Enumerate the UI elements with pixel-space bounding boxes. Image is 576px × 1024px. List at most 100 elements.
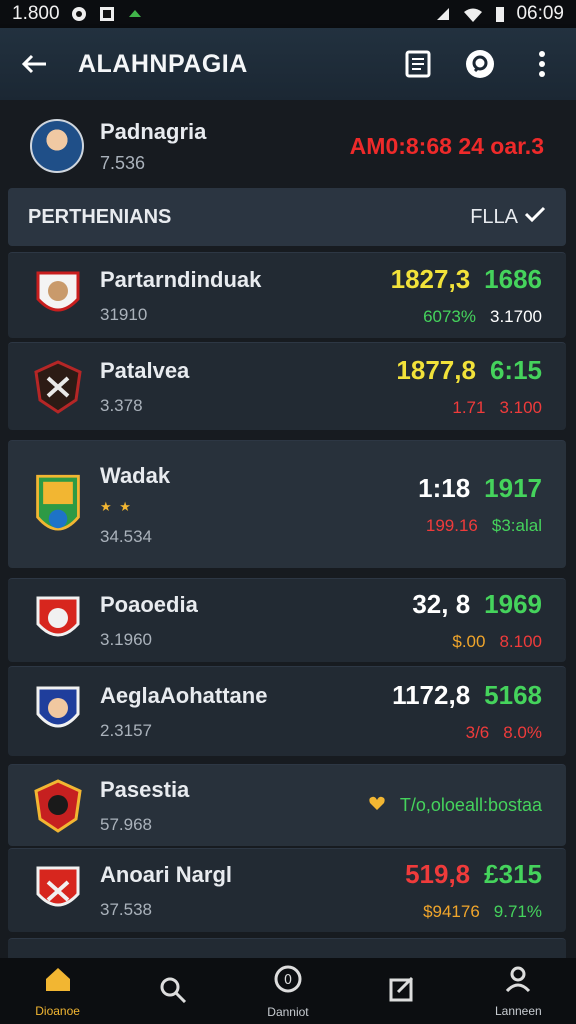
shield-icon bbox=[32, 863, 84, 919]
team-main-right: 1917 bbox=[484, 473, 542, 503]
team-note: T/o,oloeall:bostaa bbox=[368, 795, 542, 816]
team-meta: 3.378 bbox=[100, 395, 143, 415]
team-main-left: 32, 8 bbox=[412, 589, 471, 619]
team-sub-left: $.00 bbox=[452, 632, 486, 651]
team-info: Pasestia 57.968 bbox=[100, 777, 368, 835]
team-card[interactable]: Poaoedia 3.1960 32, 8 1969 $.00 8.100 bbox=[8, 578, 566, 662]
rating-stars: ★ ★ bbox=[100, 498, 133, 514]
team-sub-left: 3/6 bbox=[465, 723, 490, 742]
team-main-right: 6:15 bbox=[489, 355, 542, 385]
svg-text:0: 0 bbox=[284, 973, 292, 988]
home-icon bbox=[43, 965, 73, 998]
nav-search[interactable] bbox=[118, 975, 228, 1008]
team-sub-left: $94176 bbox=[423, 902, 480, 921]
team-card-partial bbox=[8, 938, 566, 958]
team-sub-left: 6073% bbox=[423, 307, 476, 326]
team-card[interactable]: Patalvea 3.378 1877,8 6:15 1.71 3.100 bbox=[8, 342, 566, 430]
profile-alert: AM0:8:68 24 oar.3 bbox=[349, 132, 544, 159]
team-sub-left: 1.71 bbox=[452, 398, 486, 417]
crest-icon bbox=[32, 359, 84, 415]
team-main-values: 32, 8 1969 bbox=[412, 589, 542, 620]
team-name: Partarndinduak bbox=[100, 266, 262, 292]
status-left: 1.800 bbox=[12, 3, 144, 25]
filter-label: FLLA bbox=[470, 205, 518, 228]
team-name: Patalvea bbox=[100, 357, 190, 383]
avatar bbox=[30, 119, 84, 173]
edit-icon bbox=[388, 974, 418, 1009]
team-values: 1827,3 1686 6073% 3.1700 bbox=[391, 264, 542, 327]
team-name: Pasestia bbox=[100, 776, 190, 802]
team-sub-right: 9.71% bbox=[493, 902, 542, 921]
team-main-right: 1969 bbox=[484, 589, 542, 619]
team-meta: 57.968 bbox=[100, 814, 152, 834]
filter-toggle[interactable]: FLLA bbox=[470, 205, 546, 229]
team-card[interactable]: Anoari Nargl 37.538 519,8 £315 $94176 9.71… bbox=[8, 848, 566, 932]
team-meta: 37.538 bbox=[100, 899, 152, 919]
profile-icon bbox=[503, 965, 533, 998]
team-card[interactable]: Pasestia 57.968 T/o,oloeall:bostaa bbox=[8, 764, 566, 846]
team-meta: 31910 bbox=[100, 304, 148, 324]
team-main-right: £315 bbox=[484, 859, 542, 889]
team-values: 1172,8 5168 3/6 8.0% bbox=[392, 680, 542, 743]
team-values: T/o,oloeall:bostaa bbox=[368, 795, 542, 816]
nav-home[interactable]: Dioanoe bbox=[3, 965, 113, 1018]
team-values: 1:18 1917 199.16 $3:alal bbox=[418, 473, 542, 536]
team-name: Wadak bbox=[100, 462, 171, 488]
team-card[interactable]: Partarndinduak 31910 1827,3 1686 6073% 3.1… bbox=[8, 252, 566, 338]
team-main-values: 519,8 £315 bbox=[405, 859, 542, 890]
app-icon bbox=[98, 5, 116, 23]
team-name: Anoari Nargl bbox=[100, 861, 233, 887]
battery-icon bbox=[494, 5, 506, 23]
notification-icon bbox=[70, 5, 88, 23]
team-sub-right: 3.100 bbox=[499, 398, 542, 417]
team-info: AeglaAohattane 2.3157 bbox=[100, 683, 392, 741]
team-main-left: 1877,8 bbox=[396, 355, 476, 385]
nav-label: Dioanoe bbox=[35, 1003, 80, 1018]
vibrate-icon bbox=[126, 5, 144, 23]
team-main-left: 1172,8 bbox=[392, 680, 471, 710]
nav-profile[interactable]: Lanneen bbox=[463, 965, 573, 1018]
team-sub-right: 8.100 bbox=[499, 632, 542, 651]
team-info: Patalvea 3.378 bbox=[100, 358, 396, 416]
more-vert-icon[interactable] bbox=[526, 48, 558, 80]
team-main-values: 1827,3 1686 bbox=[391, 264, 542, 295]
team-meta: 34.534 bbox=[100, 526, 152, 546]
profile-row[interactable]: Padnagria 7.536 AM0:8:68 24 oar.3 bbox=[8, 108, 566, 184]
team-sub-right: $3:alal bbox=[491, 516, 542, 535]
bottom-nav: Dioanoe 0 Danniot Lanneen bbox=[0, 958, 576, 1024]
back-arrow-icon[interactable] bbox=[18, 48, 50, 80]
status-bar: 1.800 06:09 bbox=[0, 0, 576, 28]
team-card[interactable]: Wadak ★ ★ 34.534 1:18 1917 199.16 $3:alal bbox=[8, 440, 566, 568]
section-title: PERTHENIANS bbox=[28, 205, 172, 228]
team-sub-right: 8.0% bbox=[503, 723, 542, 742]
team-main-right: 1686 bbox=[484, 264, 542, 294]
team-info: Partarndinduak 31910 bbox=[100, 267, 391, 325]
chat-icon[interactable] bbox=[464, 48, 496, 80]
team-info: Poaoedia 3.1960 bbox=[100, 592, 412, 650]
shield-icon bbox=[32, 593, 84, 649]
document-icon[interactable] bbox=[402, 48, 434, 80]
team-name: Poaoedia bbox=[100, 591, 198, 617]
team-sub-left: 199.16 bbox=[425, 516, 478, 535]
team-main-values: 1:18 1917 bbox=[418, 473, 542, 504]
team-info: Wadak ★ ★ 34.534 bbox=[100, 463, 418, 547]
team-meta: 2.3157 bbox=[100, 720, 152, 740]
app-bar: ALAHNPAGIA bbox=[0, 28, 576, 100]
crest-icon bbox=[32, 778, 84, 834]
status-right: 06:09 bbox=[434, 3, 564, 25]
team-sub-right: 3.1700 bbox=[490, 307, 542, 326]
search-icon bbox=[158, 975, 188, 1008]
team-sub-values: $94176 9.71% bbox=[405, 902, 542, 922]
wifi-icon bbox=[462, 5, 484, 23]
team-main-left: 1:18 bbox=[418, 473, 471, 503]
signal-icon bbox=[434, 5, 452, 23]
team-values: 1877,8 6:15 1.71 3.100 bbox=[396, 355, 542, 418]
team-card[interactable]: AeglaAohattane 2.3157 1172,8 5168 3/6 8.0% bbox=[8, 666, 566, 756]
profile-text: Padnagria 7.536 bbox=[100, 119, 350, 174]
nav-center[interactable]: 0 Danniot bbox=[233, 964, 343, 1019]
team-sub-values: 199.16 $3:alal bbox=[418, 516, 542, 536]
team-sub-values: $.00 8.100 bbox=[412, 632, 542, 652]
profile-subtext: 7.536 bbox=[100, 152, 146, 173]
nav-edit[interactable] bbox=[348, 974, 458, 1009]
profile-name: Padnagria bbox=[100, 118, 207, 144]
